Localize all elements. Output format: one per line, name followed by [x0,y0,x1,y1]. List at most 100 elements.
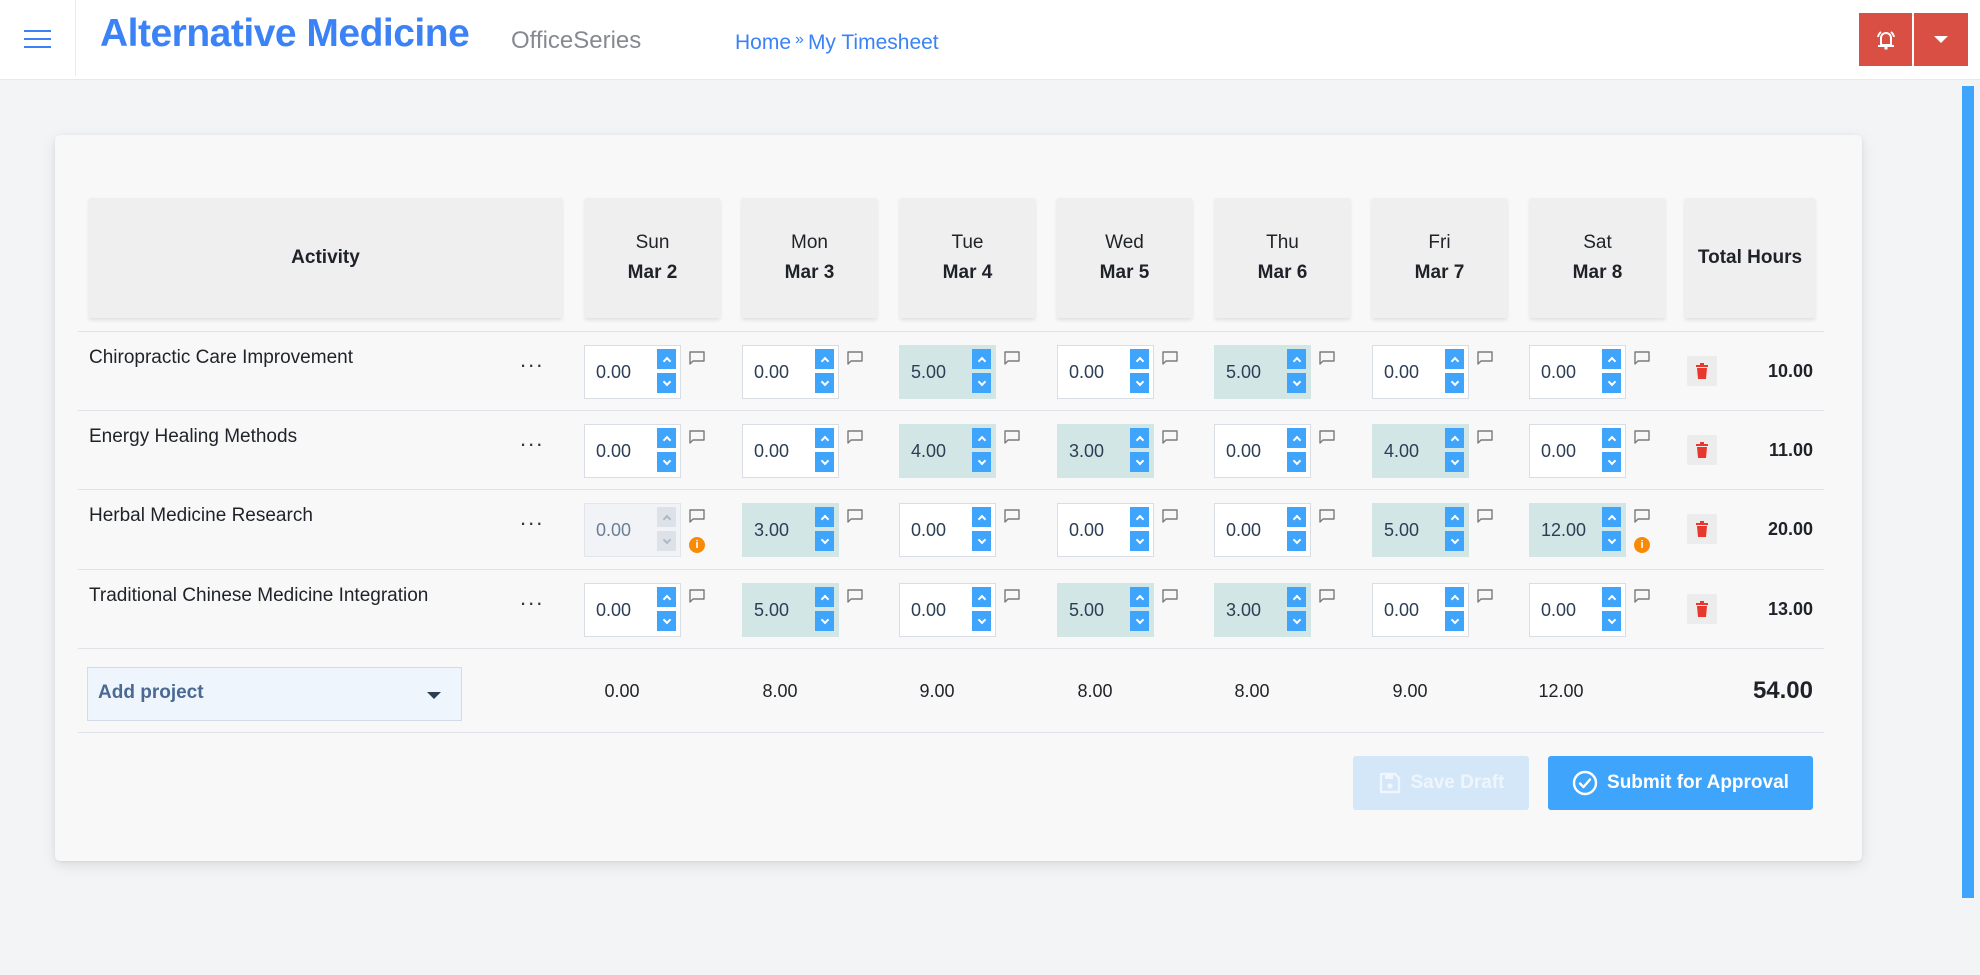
comment-icon[interactable] [1477,589,1493,603]
hours-input[interactable] [1373,504,1441,556]
decrement-button[interactable] [657,452,676,472]
row-more-options-button[interactable]: ... [520,507,544,529]
comment-icon[interactable] [1004,351,1020,365]
save-draft-button[interactable]: Save Draft [1353,756,1529,810]
hours-input[interactable] [1215,346,1283,398]
hours-spinner[interactable] [1214,424,1311,478]
menu-button[interactable] [0,0,76,76]
comment-icon[interactable] [1004,509,1020,523]
hours-spinner[interactable] [742,424,839,478]
comment-icon[interactable] [847,509,863,523]
decrement-button[interactable] [972,611,991,631]
notifications-button[interactable] [1859,13,1912,66]
increment-button[interactable] [972,349,991,369]
comment-icon[interactable] [1477,509,1493,523]
comment-icon[interactable] [689,351,705,365]
increment-button[interactable] [1445,349,1464,369]
decrement-button[interactable] [815,452,834,472]
scrollbar[interactable] [1962,86,1974,898]
increment-button[interactable] [657,587,676,607]
hours-input[interactable] [900,346,968,398]
breadcrumb-home[interactable]: Home [735,31,791,55]
hours-spinner[interactable] [1529,583,1626,637]
hours-input[interactable] [743,504,811,556]
hours-spinner[interactable] [1372,583,1469,637]
increment-button[interactable] [815,349,834,369]
hours-spinner[interactable] [1057,424,1154,478]
hours-input[interactable] [1058,584,1126,636]
breadcrumb-my-timesheet[interactable]: My Timesheet [808,31,939,55]
decrement-button[interactable] [1130,531,1149,551]
hours-input[interactable] [1530,425,1598,477]
hours-input[interactable] [1530,346,1598,398]
comment-icon[interactable] [689,589,705,603]
info-warning-icon[interactable]: i [689,537,705,553]
user-dropdown-button[interactable] [1914,13,1968,66]
hours-input[interactable] [1215,425,1283,477]
increment-button[interactable] [972,428,991,448]
comment-icon[interactable] [1004,589,1020,603]
hours-input[interactable] [1373,425,1441,477]
increment-button[interactable] [1445,587,1464,607]
hours-spinner[interactable] [1214,345,1311,399]
hours-spinner[interactable] [1372,424,1469,478]
decrement-button[interactable] [972,373,991,393]
hours-spinner[interactable] [584,424,681,478]
comment-icon[interactable] [1477,351,1493,365]
hours-input[interactable] [1530,504,1598,556]
hours-input[interactable] [1058,504,1126,556]
hours-spinner[interactable] [1372,503,1469,557]
comment-icon[interactable] [689,430,705,444]
comment-icon[interactable] [689,509,705,523]
hours-spinner[interactable] [1057,345,1154,399]
comment-icon[interactable] [1634,351,1650,365]
comment-icon[interactable] [1634,589,1650,603]
hours-input[interactable] [900,425,968,477]
increment-button[interactable] [1602,587,1621,607]
comment-icon[interactable] [1319,430,1335,444]
increment-button[interactable] [657,428,676,448]
hours-spinner[interactable] [742,583,839,637]
hours-spinner[interactable] [742,345,839,399]
decrement-button[interactable] [1445,373,1464,393]
increment-button[interactable] [972,507,991,527]
increment-button[interactable] [1130,507,1149,527]
hours-input[interactable] [1373,346,1441,398]
hours-input[interactable] [900,584,968,636]
comment-icon[interactable] [1477,430,1493,444]
decrement-button[interactable] [1130,373,1149,393]
decrement-button[interactable] [1602,531,1621,551]
decrement-button[interactable] [972,531,991,551]
increment-button[interactable] [657,349,676,369]
decrement-button[interactable] [1445,531,1464,551]
comment-icon[interactable] [1319,589,1335,603]
increment-button[interactable] [1602,428,1621,448]
hours-input[interactable] [1215,584,1283,636]
increment-button[interactable] [1287,587,1306,607]
increment-button[interactable] [1602,507,1621,527]
comment-icon[interactable] [1162,351,1178,365]
decrement-button[interactable] [1445,611,1464,631]
decrement-button[interactable] [1287,531,1306,551]
comment-icon[interactable] [1634,430,1650,444]
increment-button[interactable] [1602,349,1621,369]
comment-icon[interactable] [1162,509,1178,523]
decrement-button[interactable] [657,611,676,631]
hours-input[interactable] [1058,425,1126,477]
decrement-button[interactable] [815,373,834,393]
increment-button[interactable] [972,587,991,607]
decrement-button[interactable] [1602,373,1621,393]
increment-button[interactable] [1445,507,1464,527]
hours-spinner[interactable] [899,583,996,637]
comment-icon[interactable] [1162,430,1178,444]
submit-for-approval-button[interactable]: Submit for Approval [1548,756,1813,810]
increment-button[interactable] [1287,428,1306,448]
hours-input[interactable] [900,504,968,556]
decrement-button[interactable] [1130,611,1149,631]
increment-button[interactable] [815,587,834,607]
hours-input[interactable] [585,425,653,477]
decrement-button[interactable] [1602,611,1621,631]
comment-icon[interactable] [1319,351,1335,365]
hours-spinner[interactable] [1214,583,1311,637]
hours-spinner[interactable] [584,583,681,637]
